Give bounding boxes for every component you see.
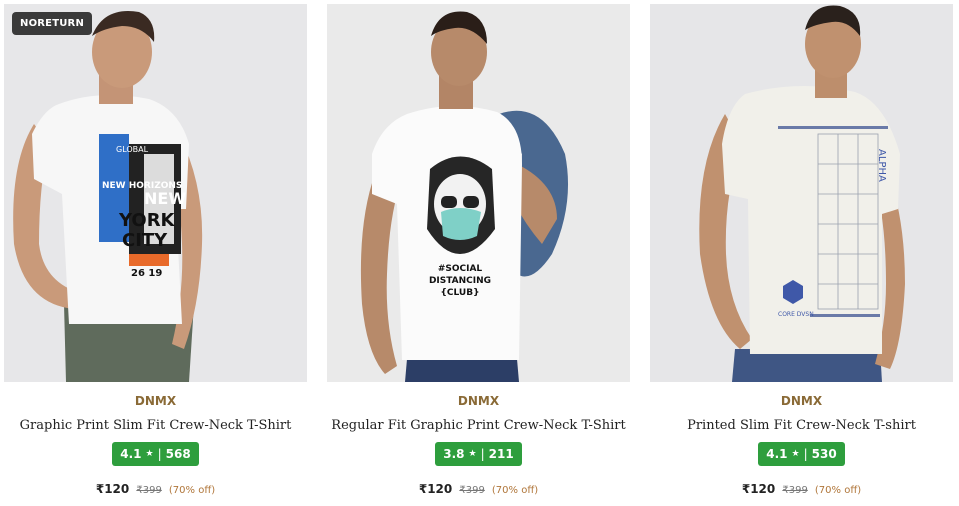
model-photo: #SOCIAL DISTANCING {CLUB} <box>327 4 630 382</box>
rating-separator: | <box>803 447 808 461</box>
review-count: 530 <box>811 447 837 461</box>
print-new: NEW <box>144 189 186 208</box>
print-number: 26 19 <box>131 268 162 279</box>
product-brand: DNMX <box>457 394 500 408</box>
star-icon: ★ <box>468 449 477 459</box>
star-icon: ★ <box>145 449 154 459</box>
sale-price: ₹120 <box>95 482 130 496</box>
rating-value: 3.8 <box>443 447 465 461</box>
rating-separator: | <box>157 447 162 461</box>
product-name[interactable]: Printed Slim Fit Crew-Neck T-shirt <box>650 418 953 433</box>
product-name[interactable]: Graphic Print Slim Fit Crew-Neck T-Shirt <box>4 418 307 433</box>
product-image[interactable]: GLOBAL NEW HORIZONS NEW YORK CITY 26 19 … <box>4 4 307 382</box>
sale-price: ₹120 <box>418 482 453 496</box>
print-city: CITY <box>122 230 168 251</box>
product-card[interactable]: #SOCIAL DISTANCING {CLUB} DNMX Regular F… <box>327 4 630 497</box>
model-photo: ALPHA CORE DVSN <box>650 4 953 382</box>
product-brand: DNMX <box>780 394 823 408</box>
product-card[interactable]: GLOBAL NEW HORIZONS NEW YORK CITY 26 19 … <box>4 4 307 497</box>
mrp-price: ₹399 <box>136 485 162 496</box>
print-york: YORK <box>118 210 176 231</box>
product-image[interactable]: ALPHA CORE DVSN <box>650 4 953 382</box>
rating-badge: 4.1 ★ | 530 <box>758 442 845 466</box>
print-core: CORE DVSN <box>778 311 814 318</box>
product-image[interactable]: #SOCIAL DISTANCING {CLUB} <box>327 4 630 382</box>
print-alpha: ALPHA <box>876 149 887 182</box>
mrp-price: ₹399 <box>459 485 485 496</box>
price-row: ₹120 ₹399 (70% off) <box>4 478 307 497</box>
model-photo: GLOBAL NEW HORIZONS NEW YORK CITY 26 19 <box>4 4 307 382</box>
rating-badge: 4.1 ★ | 568 <box>112 442 199 466</box>
mrp-price: ₹399 <box>782 485 808 496</box>
price-row: ₹120 ₹399 (70% off) <box>327 478 630 497</box>
print-distancing: DISTANCING <box>429 276 491 286</box>
discount-label: (70% off) <box>168 485 216 496</box>
review-count: 568 <box>165 447 191 461</box>
sale-price: ₹120 <box>741 482 776 496</box>
print-social: #SOCIAL <box>438 264 483 274</box>
discount-label: (70% off) <box>814 485 862 496</box>
discount-label: (70% off) <box>491 485 539 496</box>
star-icon: ★ <box>791 449 800 459</box>
rating-separator: | <box>480 447 485 461</box>
rating-badge: 3.8 ★ | 211 <box>435 442 522 466</box>
noreturn-badge: NORETURN <box>12 12 93 35</box>
review-count: 211 <box>488 447 514 461</box>
product-card[interactable]: ALPHA CORE DVSN DNMX Printed Slim Fit Cr… <box>650 4 953 497</box>
product-brand: DNMX <box>134 394 177 408</box>
print-global: GLOBAL <box>116 145 149 154</box>
rating-value: 4.1 <box>120 447 142 461</box>
price-row: ₹120 ₹399 (70% off) <box>650 478 953 497</box>
product-name[interactable]: Regular Fit Graphic Print Crew-Neck T-Sh… <box>327 418 630 433</box>
print-club: {CLUB} <box>440 288 479 298</box>
rating-value: 4.1 <box>766 447 788 461</box>
